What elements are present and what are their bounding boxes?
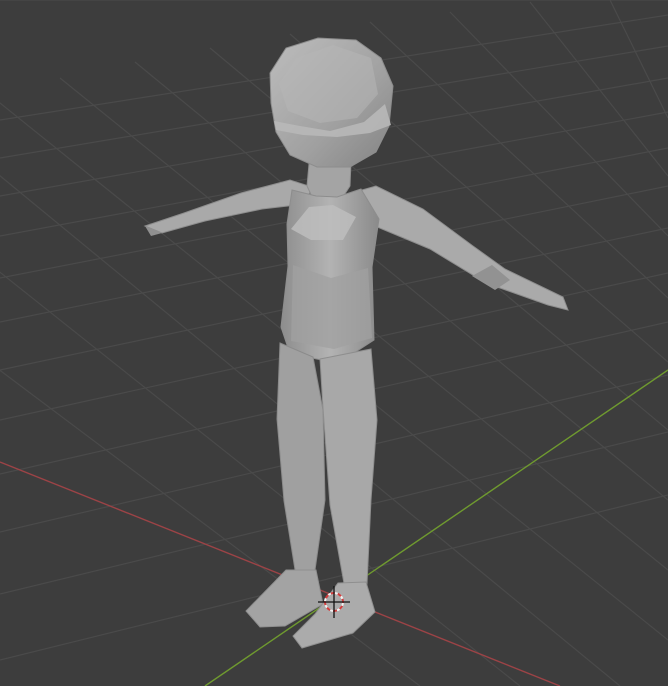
viewport-canvas[interactable] xyxy=(0,0,668,686)
3d-viewport[interactable] xyxy=(0,0,668,686)
low-poly-humanoid-mesh[interactable] xyxy=(143,37,569,649)
